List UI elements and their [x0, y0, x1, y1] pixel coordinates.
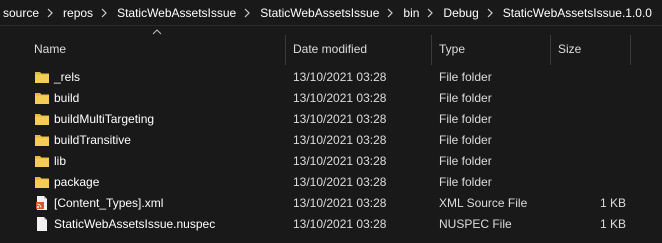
list-item[interactable]: [Content_Types].xml 13/10/2021 03:28 XML… — [0, 193, 662, 213]
breadcrumb-item-repos[interactable]: repos — [60, 6, 94, 20]
file-name: build — [54, 91, 80, 105]
file-type: File folder — [439, 70, 492, 84]
list-item[interactable]: build 13/10/2021 03:28 File folder — [0, 88, 662, 108]
date-modified: 13/10/2021 03:28 — [293, 217, 387, 231]
chevron-right-icon[interactable] — [94, 8, 114, 18]
document-file-icon — [37, 217, 47, 231]
breadcrumb-item-debug[interactable]: Debug — [440, 6, 479, 20]
folder-icon — [35, 93, 49, 104]
breadcrumb-item-source[interactable]: source — [0, 6, 40, 20]
file-name: lib — [54, 154, 67, 168]
chevron-right-icon[interactable] — [420, 8, 440, 18]
column-resize-handle[interactable] — [285, 35, 286, 65]
file-size: 1 KB — [600, 196, 627, 210]
column-resize-handle[interactable] — [550, 35, 551, 65]
column-header-name[interactable]: Name — [34, 42, 66, 56]
column-resize-handle[interactable] — [431, 35, 432, 65]
date-modified: 13/10/2021 03:28 — [293, 154, 387, 168]
chevron-right-icon[interactable] — [480, 8, 500, 18]
date-modified: 13/10/2021 03:28 — [293, 112, 387, 126]
date-modified: 13/10/2021 03:28 — [293, 70, 387, 84]
file-type: File folder — [439, 175, 492, 189]
breadcrumb-item-package-folder[interactable]: StaticWebAssetsIssue.1.0.0 — [500, 6, 653, 20]
chevron-right-icon[interactable] — [40, 8, 60, 18]
breadcrumb-item-staticwebassetsissue-project[interactable]: StaticWebAssetsIssue — [257, 6, 380, 20]
file-name: _rels — [54, 70, 81, 84]
column-header-date-modified[interactable]: Date modified — [293, 42, 367, 56]
file-type: NUSPEC File — [439, 217, 512, 231]
file-name: buildTransitive — [54, 133, 131, 147]
folder-icon — [35, 156, 49, 167]
list-item[interactable]: StaticWebAssetsIssue.nuspec 13/10/2021 0… — [0, 214, 662, 234]
column-header-row: Name Date modified Type Size — [0, 26, 662, 68]
file-type: File folder — [439, 112, 492, 126]
folder-icon — [35, 114, 49, 125]
list-item[interactable]: buildMultiTargeting 13/10/2021 03:28 Fil… — [0, 109, 662, 129]
file-type: File folder — [439, 133, 492, 147]
column-header-size[interactable]: Size — [558, 42, 581, 56]
list-item[interactable]: package 13/10/2021 03:28 File folder — [0, 172, 662, 192]
file-size: 1 KB — [600, 217, 627, 231]
breadcrumb: source repos StaticWebAssetsIssue Static… — [0, 0, 662, 25]
column-resize-handle[interactable] — [630, 35, 631, 65]
breadcrumb-item-bin[interactable]: bin — [400, 6, 420, 20]
file-name: package — [54, 175, 100, 189]
file-name: StaticWebAssetsIssue.nuspec — [54, 217, 216, 231]
chevron-right-icon[interactable] — [237, 8, 257, 18]
list-item[interactable]: buildTransitive 13/10/2021 03:28 File fo… — [0, 130, 662, 150]
date-modified: 13/10/2021 03:28 — [293, 133, 387, 147]
date-modified: 13/10/2021 03:28 — [293, 91, 387, 105]
sort-ascending-icon — [152, 29, 162, 35]
file-name: buildMultiTargeting — [54, 112, 155, 126]
breadcrumb-item-staticwebassetsissue[interactable]: StaticWebAssetsIssue — [114, 6, 237, 20]
date-modified: 13/10/2021 03:28 — [293, 175, 387, 189]
date-modified: 13/10/2021 03:28 — [293, 196, 387, 210]
file-type: File folder — [439, 154, 492, 168]
folder-icon — [35, 72, 49, 83]
file-type: XML Source File — [439, 196, 528, 210]
file-name: [Content_Types].xml — [54, 196, 164, 210]
column-header-type[interactable]: Type — [439, 42, 465, 56]
folder-icon — [35, 135, 49, 146]
list-item[interactable]: lib 13/10/2021 03:28 File folder — [0, 151, 662, 171]
list-item[interactable]: _rels 13/10/2021 03:28 File folder — [0, 67, 662, 87]
xml-file-icon — [36, 196, 47, 210]
file-type: File folder — [439, 91, 492, 105]
folder-icon — [35, 177, 49, 188]
chevron-right-icon[interactable] — [380, 8, 400, 18]
